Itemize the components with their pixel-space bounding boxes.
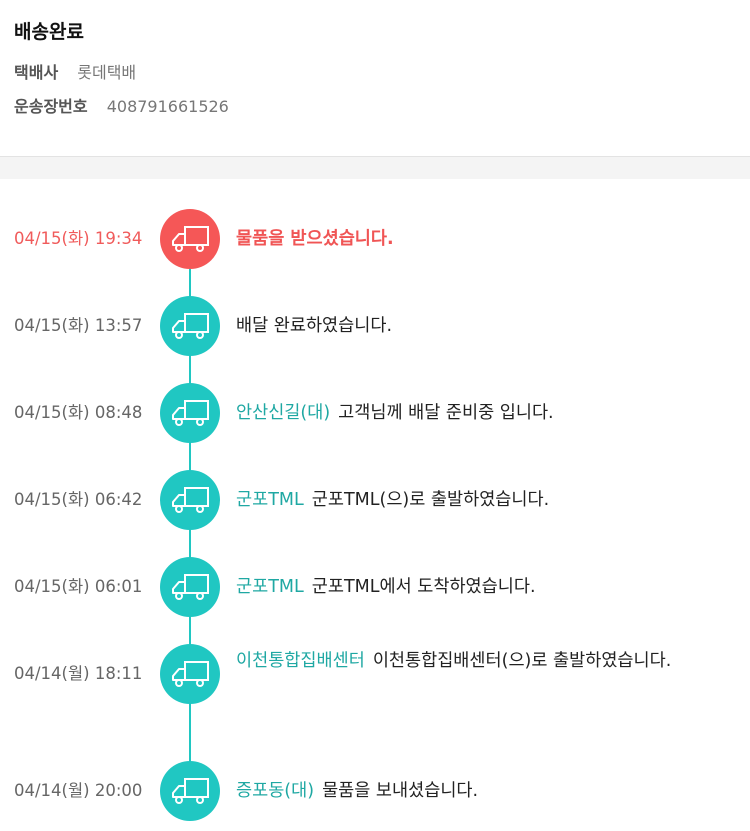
- timeline-time: 04/14(월) 20:00: [14, 781, 143, 800]
- timeline-row: 04/15(화) 13:57 배달 완료하였습니다.: [0, 296, 750, 356]
- delivery-truck-icon: [172, 226, 209, 252]
- timeline-description: 안산신길(대) 고객님께 배달 준비중 입니다.: [236, 383, 732, 443]
- courier-value: 롯데택배: [77, 63, 137, 82]
- tracking-number-row: 운송장번호 408791661526: [14, 96, 736, 118]
- timeline-place: 이천통합집배센터: [236, 651, 365, 671]
- timeline-row: 04/15(화) 08:48 안산신길(대) 고객님께 배달 준비중 입니다.: [0, 383, 750, 443]
- section-divider: [0, 157, 750, 179]
- delivery-truck-icon: [172, 400, 209, 426]
- timeline-node: [160, 296, 220, 356]
- timeline-node: [160, 761, 220, 821]
- timeline-description: 군포TML 군포TML(으)로 출발하였습니다.: [236, 470, 732, 530]
- delivery-info-header: 배송완료 택배사 롯데택배 운송장번호 408791661526: [0, 0, 750, 157]
- tracking-number-label: 운송장번호: [14, 97, 88, 116]
- timeline-message: 이천통합집배센터(으)로 출발하였습니다.: [372, 651, 672, 671]
- delivery-truck-icon: [172, 778, 209, 804]
- timeline-time: 04/15(화) 06:01: [14, 577, 143, 596]
- timeline-node: [160, 470, 220, 530]
- timeline-message: 배달 완료하였습니다.: [236, 316, 393, 336]
- courier-row: 택배사 롯데택배: [14, 62, 736, 84]
- tracking-number-value: 408791661526: [106, 97, 229, 116]
- timeline-time: 04/15(화) 08:48: [14, 403, 143, 422]
- timeline-node: [160, 644, 220, 704]
- timeline-row: 04/15(화) 06:01 군포TML 군포TML에서 도착하였습니다.: [0, 557, 750, 617]
- delivery-status-title: 배송완료: [14, 21, 84, 43]
- timeline-time: 04/14(월) 18:11: [14, 664, 143, 683]
- delivery-truck-icon: [172, 487, 209, 513]
- timeline-time: 04/15(화) 06:42: [14, 490, 143, 509]
- delivery-truck-icon: [172, 574, 209, 600]
- timeline-message: 군포TML에서 도착하였습니다.: [311, 577, 536, 597]
- timeline-message: 군포TML(으)로 출발하였습니다.: [311, 490, 550, 510]
- timeline-row: 04/15(화) 06:42 군포TML 군포TML(으)로 출발하였습니다.: [0, 470, 750, 530]
- courier-label: 택배사: [14, 63, 59, 82]
- timeline-time: 04/15(화) 19:34: [14, 229, 143, 248]
- timeline-place: 증포동(대): [236, 781, 315, 801]
- timeline-message: 물품을 보내셨습니다.: [322, 781, 479, 801]
- timeline-place: 군포TML: [236, 490, 304, 510]
- delivery-truck-icon: [172, 661, 209, 687]
- timeline-row: 04/14(월) 18:11 이천통합집배센터 이천통합집배센터(으)로 출발하였…: [0, 644, 750, 704]
- timeline-node: [160, 209, 220, 269]
- timeline-message: 고객님께 배달 준비중 입니다.: [338, 403, 554, 423]
- delivery-truck-icon: [172, 313, 209, 339]
- timeline-description: 배달 완료하였습니다.: [236, 296, 732, 356]
- timeline-message: 물품을 받으셨습니다.: [236, 229, 394, 249]
- timeline-time: 04/15(화) 13:57: [14, 316, 143, 335]
- timeline-row: 04/14(월) 20:00 증포동(대) 물품을 보내셨습니다.: [0, 761, 750, 821]
- timeline-node: [160, 383, 220, 443]
- timeline-row: 04/15(화) 19:34 물품을 받으셨습니다.: [0, 209, 750, 269]
- timeline-description: 이천통합집배센터 이천통합집배센터(으)로 출발하였습니다.: [236, 644, 732, 704]
- timeline-description: 군포TML 군포TML에서 도착하였습니다.: [236, 557, 732, 617]
- timeline-place: 군포TML: [236, 577, 304, 597]
- timeline-node: [160, 557, 220, 617]
- timeline-place: 안산신길(대): [236, 403, 331, 423]
- tracking-timeline: 04/15(화) 19:34 물품을 받으셨습니다. 04/15(화) 13:5…: [0, 179, 750, 830]
- timeline-description: 물품을 받으셨습니다.: [236, 209, 732, 269]
- timeline-description: 증포동(대) 물품을 보내셨습니다.: [236, 761, 732, 821]
